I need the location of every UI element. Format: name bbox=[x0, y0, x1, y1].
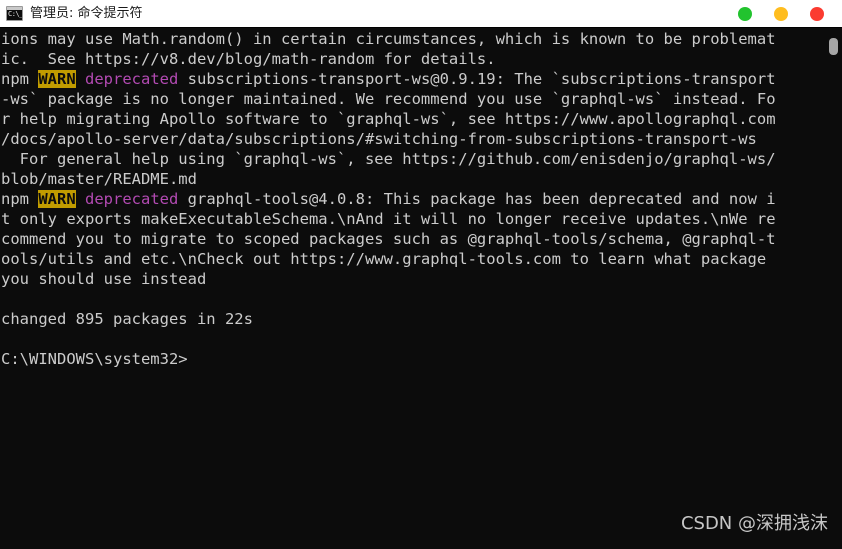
console-text-segment: you should use instead bbox=[1, 270, 207, 288]
console-line: changed 895 packages in 22s bbox=[0, 309, 776, 329]
console-text-segment: For general help using `graphql-ws`, see… bbox=[1, 150, 776, 168]
minimize-button[interactable] bbox=[738, 7, 752, 21]
command-prompt-window: C:\_ 管理员: 命令提示符 ions may use Math.random… bbox=[0, 0, 842, 549]
window-title: 管理员: 命令提示符 bbox=[30, 5, 143, 21]
console-line: ic. See https://v8.dev/blog/math-random … bbox=[0, 49, 776, 69]
close-button[interactable] bbox=[810, 7, 824, 21]
console-line: commend you to migrate to scoped package… bbox=[0, 229, 776, 249]
title-bar[interactable]: C:\_ 管理员: 命令提示符 bbox=[0, 0, 842, 28]
console-line: you should use instead bbox=[0, 269, 776, 289]
deprecated-label: deprecated bbox=[85, 190, 179, 208]
console-line: npm WARN deprecated graphql-tools@4.0.8:… bbox=[0, 189, 776, 209]
console-text-segment: ools/utils and etc.\nCheck out https://w… bbox=[1, 250, 767, 268]
csdn-watermark: CSDN @深拥浅沫 bbox=[680, 513, 828, 534]
console-line: r help migrating Apollo software to `gra… bbox=[0, 109, 776, 129]
console-line: ions may use Math.random() in certain ci… bbox=[0, 29, 776, 49]
cmd-icon: C:\_ bbox=[6, 6, 23, 21]
console-line: For general help using `graphql-ws`, see… bbox=[0, 149, 776, 169]
console-text-segment: commend you to migrate to scoped package… bbox=[1, 230, 776, 248]
console-line: /docs/apollo-server/data/subscriptions/#… bbox=[0, 129, 776, 149]
console-text-segment: ic. See https://v8.dev/blog/math-random … bbox=[1, 50, 496, 68]
console-text-segment: subscriptions-transport-ws@0.9.19: The `… bbox=[178, 70, 776, 88]
console-text-segment: /docs/apollo-server/data/subscriptions/#… bbox=[1, 130, 757, 148]
console-line: C:\WINDOWS\system32> bbox=[0, 349, 776, 369]
console-line: -ws` package is no longer maintained. We… bbox=[0, 89, 776, 109]
console-text-segment: ions may use Math.random() in certain ci… bbox=[1, 30, 776, 48]
console-text-segment: t only exports makeExecutableSchema.\nAn… bbox=[1, 210, 776, 228]
console-text-segment bbox=[76, 70, 85, 88]
console-text-segment: blob/master/README.md bbox=[1, 170, 197, 188]
warn-badge: WARN bbox=[38, 70, 76, 88]
maximize-button[interactable] bbox=[774, 7, 788, 21]
console-text-segment bbox=[76, 190, 85, 208]
console-text-segment: graphql-tools@4.0.8: This package has be… bbox=[178, 190, 776, 208]
scrollbar-thumb[interactable] bbox=[829, 38, 838, 55]
console-text: ions may use Math.random() in certain ci… bbox=[0, 29, 776, 369]
cmd-icon-glyph: C:\_ bbox=[8, 10, 23, 18]
console-line: blob/master/README.md bbox=[0, 169, 776, 189]
console-text-segment: C:\WINDOWS\system32> bbox=[1, 350, 188, 368]
deprecated-label: deprecated bbox=[85, 70, 179, 88]
warn-badge: WARN bbox=[38, 190, 76, 208]
console-output-area[interactable]: ions may use Math.random() in certain ci… bbox=[0, 28, 842, 549]
console-line: ools/utils and etc.\nCheck out https://w… bbox=[0, 249, 776, 269]
console-line: npm WARN deprecated subscriptions-transp… bbox=[0, 69, 776, 89]
console-text-segment: npm bbox=[1, 190, 39, 208]
console-text-segment: npm bbox=[1, 70, 39, 88]
console-text-segment: -ws` package is no longer maintained. We… bbox=[1, 90, 776, 108]
console-text-segment: changed 895 packages in 22s bbox=[1, 310, 253, 328]
console-line: t only exports makeExecutableSchema.\nAn… bbox=[0, 209, 776, 229]
window-controls bbox=[738, 0, 842, 28]
console-scrollbar[interactable] bbox=[826, 28, 842, 549]
console-text-segment: r help migrating Apollo software to `gra… bbox=[1, 110, 776, 128]
